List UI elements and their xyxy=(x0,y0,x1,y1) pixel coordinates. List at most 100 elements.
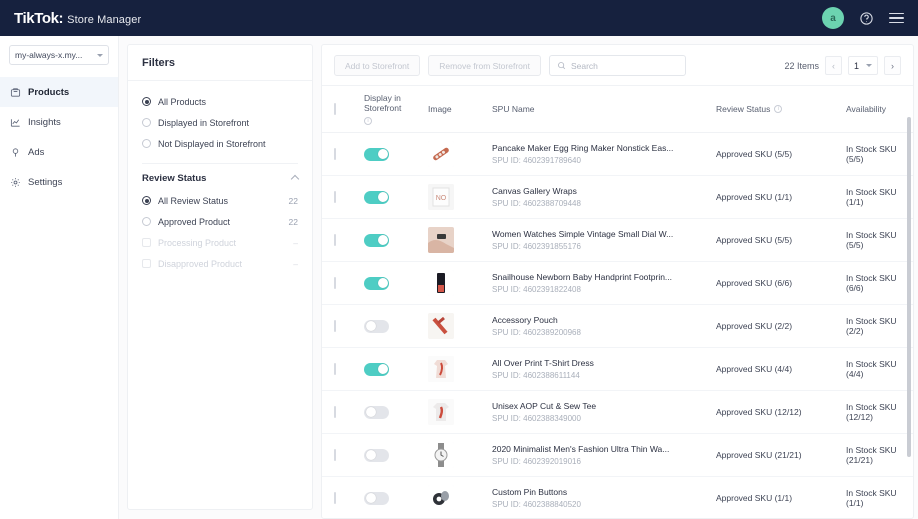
row-checkbox[interactable] xyxy=(334,320,336,332)
row-checkbox[interactable] xyxy=(334,492,336,504)
review-status-value: Approved SKU (12/12) xyxy=(716,407,802,417)
review-status-value: Approved SKU (21/21) xyxy=(716,450,802,460)
display-in-storefront-toggle[interactable] xyxy=(364,448,389,462)
top-bar: TikTok: Store Manager a xyxy=(0,0,918,36)
row-review-status-cell: Approved SKU (5/5) xyxy=(708,218,838,262)
filters-panel: Filters All Products Displayed in Storef… xyxy=(127,44,313,510)
row-availability-cell: In Stock SKU (2/2) xyxy=(838,304,913,348)
display-in-storefront-toggle[interactable] xyxy=(364,362,389,376)
row-image-cell xyxy=(420,304,484,348)
table-row[interactable]: All Over Print T-Shirt Dress SPU ID: 4602… xyxy=(322,347,913,391)
product-thumbnail xyxy=(428,442,454,468)
radio-icon xyxy=(142,97,151,106)
row-display-toggle-cell xyxy=(356,132,420,176)
sidebar-item-settings[interactable]: Settings xyxy=(0,167,118,197)
product-spu-id: SPU ID: 4602388611144 xyxy=(492,371,580,380)
sidebar-item-label: Products xyxy=(28,86,70,98)
select-all-checkbox[interactable] xyxy=(334,103,336,115)
remove-from-storefront-button[interactable]: Remove from Storefront xyxy=(428,55,541,76)
add-to-storefront-button[interactable]: Add to Storefront xyxy=(334,55,421,76)
filter-option-all-review-status[interactable]: All Review Status 22 xyxy=(142,190,298,211)
avatar[interactable]: a xyxy=(822,7,844,29)
display-in-storefront-toggle[interactable] xyxy=(364,491,389,505)
sidebar-item-insights[interactable]: Insights xyxy=(0,107,118,137)
info-icon[interactable]: i xyxy=(364,117,372,125)
brand: TikTok: Store Manager xyxy=(14,10,141,27)
sidebar-item-products[interactable]: Products xyxy=(0,77,118,107)
row-display-toggle-cell xyxy=(356,433,420,477)
row-checkbox[interactable] xyxy=(334,234,336,246)
info-icon[interactable]: i xyxy=(774,105,783,113)
display-in-storefront-toggle[interactable] xyxy=(364,147,389,161)
display-in-storefront-toggle[interactable] xyxy=(364,319,389,333)
row-checkbox[interactable] xyxy=(334,449,336,461)
table-row[interactable]: Snailhouse Newborn Baby Handprint Footpr… xyxy=(322,261,913,305)
next-page-button[interactable]: › xyxy=(884,56,901,75)
hamburger-menu-icon[interactable] xyxy=(889,12,904,24)
display-in-storefront-toggle[interactable] xyxy=(364,276,389,290)
product-spu-id: SPU ID: 4602388709448 xyxy=(492,199,581,208)
sidebar-item-label: Insights xyxy=(28,116,61,128)
row-display-toggle-cell xyxy=(356,476,420,518)
row-checkbox[interactable] xyxy=(334,191,336,203)
row-display-toggle-cell xyxy=(356,347,420,391)
row-checkbox[interactable] xyxy=(334,406,336,418)
help-circle-icon[interactable] xyxy=(859,11,874,26)
header-display-in-storefront: Display in Storefront i xyxy=(356,85,420,133)
filter-option-count: – xyxy=(293,258,298,269)
row-name-cell: Unisex AOP Cut & Sew Tee SPU ID: 46023883… xyxy=(484,390,708,434)
header-label: Review Status xyxy=(716,104,771,114)
filter-option-count: 22 xyxy=(288,216,298,227)
row-checkbox[interactable] xyxy=(334,363,336,375)
product-thumbnail xyxy=(428,227,454,253)
page-number-select[interactable]: 1 xyxy=(848,56,878,75)
shop-selector[interactable]: my-always-x.my... xyxy=(9,45,109,65)
header-select-all xyxy=(322,85,356,133)
review-status-value: Approved SKU (1/1) xyxy=(716,192,793,202)
row-checkbox[interactable] xyxy=(334,277,336,289)
table-row[interactable]: 2020 Minimalist Men's Fashion Ultra Thin… xyxy=(322,433,913,477)
row-select-cell xyxy=(322,390,356,434)
review-status-value: Approved SKU (4/4) xyxy=(716,364,793,374)
product-name: Custom Pin Buttons xyxy=(492,487,568,497)
row-display-toggle-cell xyxy=(356,261,420,305)
table-row[interactable]: Women Watches Simple Vintage Small Dial … xyxy=(322,218,913,262)
filter-option-displayed-in-storefront[interactable]: Displayed in Storefront xyxy=(142,112,298,133)
display-in-storefront-toggle[interactable] xyxy=(364,233,389,247)
prev-page-button[interactable]: ‹ xyxy=(825,56,842,75)
header-image: Image xyxy=(420,85,484,133)
review-status-section-header[interactable]: Review Status xyxy=(142,166,300,190)
product-name: Pancake Maker Egg Ring Maker Nonstick Ea… xyxy=(492,143,674,153)
table-row[interactable]: Custom Pin Buttons SPU ID: 4602388840520 A… xyxy=(322,476,913,518)
filter-option-count: – xyxy=(293,237,298,248)
row-display-toggle-cell xyxy=(356,218,420,262)
row-image-cell xyxy=(420,261,484,305)
display-in-storefront-toggle[interactable] xyxy=(364,190,389,204)
row-name-cell: Custom Pin Buttons SPU ID: 4602388840520 xyxy=(484,476,708,518)
product-thumbnail xyxy=(428,485,454,511)
table-row[interactable]: NO Canvas Gallery Wraps SPU ID: 4602388709… xyxy=(322,175,913,219)
search-input[interactable] xyxy=(570,60,678,71)
product-name: Canvas Gallery Wraps xyxy=(492,186,577,196)
sidebar-item-label: Settings xyxy=(28,176,63,188)
product-thumbnail xyxy=(428,141,454,167)
table-row[interactable]: Unisex AOP Cut & Sew Tee SPU ID: 46023883… xyxy=(322,390,913,434)
sidebar-item-ads[interactable]: Ads xyxy=(0,137,118,167)
review-status-value: Approved SKU (2/2) xyxy=(716,321,793,331)
filter-option-label: Displayed in Storefront xyxy=(158,117,250,128)
filter-option-not-displayed-in-storefront[interactable]: Not Displayed in Storefront xyxy=(142,133,298,154)
availability-value: In Stock SKU (4/4) xyxy=(846,359,897,379)
vertical-scrollbar[interactable] xyxy=(907,117,911,457)
search-box[interactable] xyxy=(548,55,686,76)
filter-option-approved-product[interactable]: Approved Product 22 xyxy=(142,211,298,232)
filter-option-all-products[interactable]: All Products xyxy=(142,91,298,112)
search-icon xyxy=(558,62,566,70)
sidebar: my-always-x.my... Products Insights Ads xyxy=(0,36,119,519)
product-spu-id: SPU ID: 4602389200968 xyxy=(492,328,581,337)
row-checkbox[interactable] xyxy=(334,148,336,160)
display-in-storefront-toggle[interactable] xyxy=(364,405,389,419)
table-row[interactable]: Pancake Maker Egg Ring Maker Nonstick Ea… xyxy=(322,132,913,176)
product-thumbnail xyxy=(428,399,454,425)
review-status-value: Approved SKU (5/5) xyxy=(716,235,793,245)
table-row[interactable]: Accessory Pouch SPU ID: 4602389200968 Appr… xyxy=(322,304,913,348)
